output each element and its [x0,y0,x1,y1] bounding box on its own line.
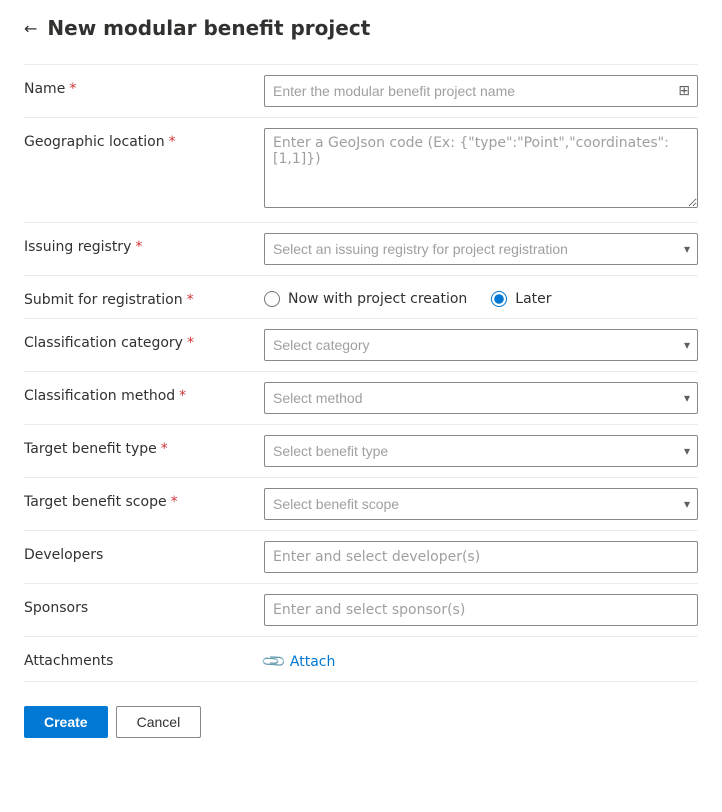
developers-control [264,541,698,573]
class-cat-label: Classification category* [24,329,264,351]
issuing-row: Issuing registry* Select an issuing regi… [24,223,698,276]
developers-label: Developers [24,541,264,563]
class-method-select[interactable]: Select method [264,382,698,414]
class-cat-select[interactable]: Select category [264,329,698,361]
submit-registration-control: Now with project creation Later [264,286,698,307]
required-indicator: * [187,335,194,351]
submit-registration-row: Submit for registration* Now with projec… [24,276,698,319]
class-method-control: Select method ▾ [264,382,698,414]
required-indicator: * [161,441,168,457]
back-button[interactable]: ← [24,19,37,38]
name-label: Name* [24,75,264,97]
form-footer: Create Cancel [24,682,698,738]
benefit-scope-control: Select benefit scope ▾ [264,488,698,520]
benefit-scope-row: Target benefit scope* Select benefit sco… [24,478,698,531]
radio-later-label: Later [515,291,551,307]
radio-later-input[interactable] [491,291,507,307]
sponsors-row: Sponsors [24,584,698,637]
required-indicator: * [187,292,194,308]
radio-now-input[interactable] [264,291,280,307]
cancel-button[interactable]: Cancel [116,706,202,738]
attachments-control: 📎 Attach [264,647,698,671]
benefit-type-select[interactable]: Select benefit type [264,435,698,467]
sponsors-label: Sponsors [24,594,264,616]
input-icon: ⊞ [678,83,690,99]
geo-control [264,128,698,212]
benefit-scope-select-wrapper: Select benefit scope ▾ [264,488,698,520]
class-method-select-wrapper: Select method ▾ [264,382,698,414]
required-indicator: * [171,494,178,510]
benefit-type-label: Target benefit type* [24,435,264,457]
attachments-row: Attachments 📎 Attach [24,637,698,682]
geo-label: Geographic location* [24,128,264,150]
benefit-scope-label: Target benefit scope* [24,488,264,510]
page-title: New modular benefit project [47,16,370,40]
required-indicator: * [69,81,76,97]
issuing-label: Issuing registry* [24,233,264,255]
class-cat-select-wrapper: Select category ▾ [264,329,698,361]
required-indicator: * [179,388,186,404]
developers-row: Developers [24,531,698,584]
form: Name* ⊞ Geographic location* Issuing reg… [24,64,698,682]
attachments-label: Attachments [24,647,264,669]
sponsors-control [264,594,698,626]
class-method-label: Classification method* [24,382,264,404]
issuing-select-wrapper: Select an issuing registry for project r… [264,233,698,265]
sponsors-input[interactable] [264,594,698,626]
required-indicator: * [169,134,176,150]
name-input-wrapper: ⊞ [264,75,698,107]
issuing-select[interactable]: Select an issuing registry for project r… [264,233,698,265]
geo-input[interactable] [264,128,698,208]
name-input[interactable] [264,75,698,107]
create-button[interactable]: Create [24,706,108,738]
submit-registration-label: Submit for registration* [24,286,264,308]
radio-group: Now with project creation Later [264,286,698,307]
benefit-scope-select[interactable]: Select benefit scope [264,488,698,520]
class-method-row: Classification method* Select method ▾ [24,372,698,425]
radio-now-label: Now with project creation [288,291,467,307]
radio-now-option[interactable]: Now with project creation [264,291,467,307]
attach-button[interactable]: Attach [290,654,335,670]
class-cat-row: Classification category* Select category… [24,319,698,372]
issuing-control: Select an issuing registry for project r… [264,233,698,265]
benefit-type-row: Target benefit type* Select benefit type… [24,425,698,478]
radio-later-option[interactable]: Later [491,291,551,307]
benefit-type-select-wrapper: Select benefit type ▾ [264,435,698,467]
name-control: ⊞ [264,75,698,107]
required-indicator: * [135,239,142,255]
name-row: Name* ⊞ [24,64,698,118]
geo-row: Geographic location* [24,118,698,223]
benefit-type-control: Select benefit type ▾ [264,435,698,467]
paperclip-icon: 📎 [260,648,288,676]
attach-section: 📎 Attach [264,647,698,671]
class-cat-control: Select category ▾ [264,329,698,361]
page-header: ← New modular benefit project [24,16,698,40]
developers-input[interactable] [264,541,698,573]
